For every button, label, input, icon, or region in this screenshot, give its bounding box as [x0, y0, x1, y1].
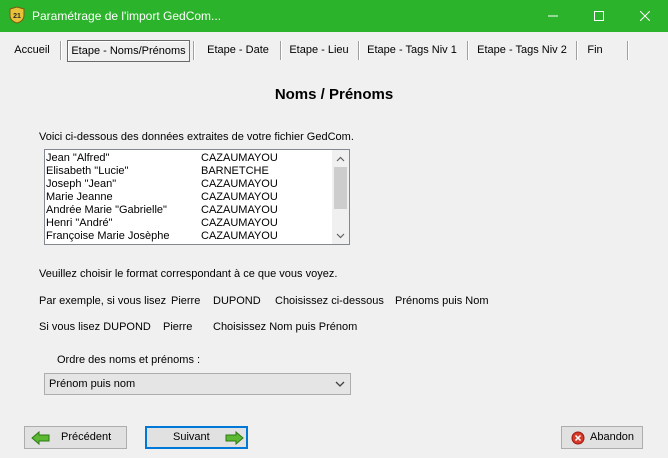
svg-text:21: 21: [13, 13, 21, 20]
page-title: Noms / Prénoms: [274, 86, 394, 103]
first-name: Jean "Alfred": [46, 152, 110, 164]
names-listbox[interactable]: Jean "Alfred" CAZAUMAYOU Elisabeth "Lucie…: [44, 149, 350, 245]
intro-text: Voici ci-dessous des données extraites d…: [39, 131, 354, 143]
example2-choose: Choisissez Nom puis Prénom: [213, 321, 358, 333]
close-button[interactable]: [622, 0, 668, 32]
cancel-button[interactable]: Abandon: [561, 426, 643, 449]
tab-tags-niv1[interactable]: Etape - Tags Niv 1: [362, 40, 462, 60]
arrow-left-icon: [31, 431, 50, 445]
tab-date[interactable]: Etape - Date: [200, 40, 276, 60]
previous-button[interactable]: Précédent: [24, 426, 127, 449]
example2-first: Pierre: [163, 321, 193, 333]
instruction-text: Veuillez choisir le format correspondant…: [39, 268, 338, 280]
last-name: CAZAUMAYOU: [201, 178, 278, 190]
scroll-up-arrow-icon[interactable]: [332, 153, 349, 165]
tab-lieu[interactable]: Etape - Lieu: [284, 40, 354, 60]
title-bar: 21 Paramétrage de l'import GedCom...: [0, 0, 668, 32]
tab-separator: [576, 41, 578, 60]
tab-tags-niv2[interactable]: Etape - Tags Niv 2: [472, 40, 572, 60]
last-name: CAZAUMAYOU: [201, 204, 278, 216]
order-label: Ordre des noms et prénoms :: [57, 354, 201, 366]
last-name: BARNETCHE: [201, 165, 269, 177]
next-label: Suivant: [173, 431, 210, 443]
first-name: Joseph "Jean": [46, 178, 117, 190]
cancel-label: Abandon: [590, 431, 635, 443]
last-name: CAZAUMAYOU: [201, 152, 278, 164]
tab-separator: [358, 41, 360, 60]
scroll-down-arrow-icon[interactable]: [332, 230, 349, 242]
vertical-scrollbar[interactable]: [332, 150, 349, 244]
first-name: Marie Jeanne: [46, 191, 113, 203]
minimize-icon: [548, 15, 558, 17]
tab-accueil[interactable]: Accueil: [8, 40, 56, 60]
first-name: Henri "André": [46, 217, 113, 229]
first-name: Elisabeth "Lucie": [46, 165, 129, 177]
example2-lead: Si vous lisez DUPOND: [39, 321, 151, 333]
order-select[interactable]: Prénom puis nom: [44, 373, 351, 395]
gedcom-app-icon[interactable]: 21: [8, 6, 26, 24]
example1-last: DUPOND: [213, 295, 261, 307]
close-icon: [640, 11, 650, 21]
tab-separator: [467, 41, 469, 60]
example1-lead: Par exemple, si vous lisez: [39, 295, 167, 307]
last-name: CAZAUMAYOU: [201, 217, 278, 229]
tab-fin[interactable]: Fin: [580, 40, 610, 60]
next-button[interactable]: Suivant: [145, 426, 248, 449]
maximize-button[interactable]: [576, 0, 622, 32]
example1-result: Prénoms puis Nom: [395, 295, 489, 307]
minimize-button[interactable]: [530, 0, 576, 32]
first-name: Andrée Marie "Gabrielle": [46, 204, 167, 216]
scrollbar-thumb[interactable]: [334, 167, 347, 209]
cancel-icon: [571, 431, 585, 445]
tab-separator: [627, 41, 629, 60]
previous-label: Précédent: [61, 431, 112, 443]
chevron-down-icon: [335, 381, 345, 387]
tab-separator: [60, 41, 62, 60]
last-name: CAZAUMAYOU: [201, 191, 278, 203]
arrow-right-icon: [225, 431, 244, 445]
tab-separator: [280, 41, 282, 60]
window-title: Paramétrage de l'import GedCom...: [32, 9, 222, 23]
example1-first: Pierre: [171, 295, 201, 307]
order-select-value: Prénom puis nom: [49, 378, 136, 390]
tab-separator: [193, 41, 195, 60]
maximize-icon: [594, 11, 604, 21]
tab-noms-prenoms[interactable]: Etape - Noms/Prénoms: [67, 40, 190, 62]
last-name: CAZAUMAYOU: [201, 230, 278, 242]
first-name: Françoise Marie Josèphe: [46, 230, 170, 242]
example1-choose: Choisissez ci-dessous: [275, 295, 384, 307]
